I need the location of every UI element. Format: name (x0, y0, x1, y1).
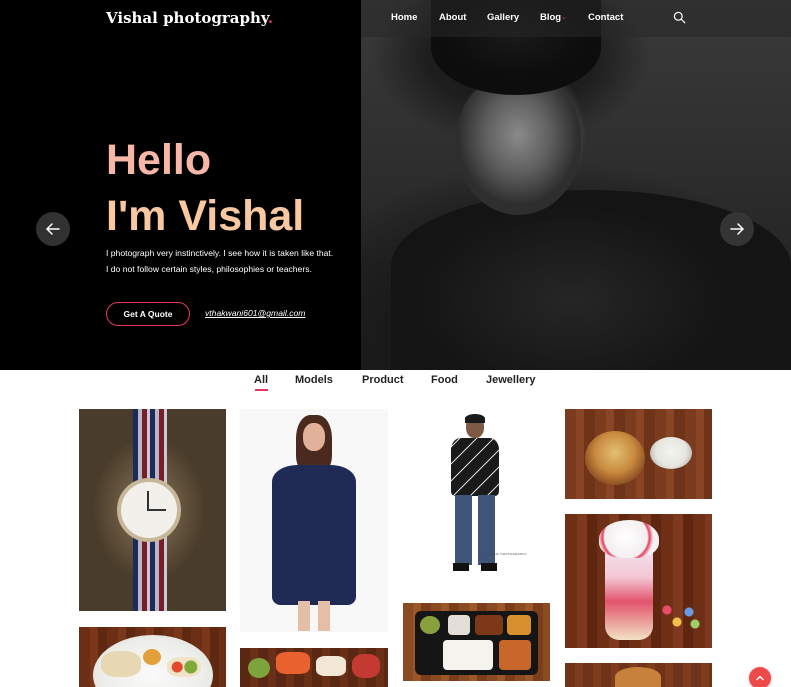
nav-home[interactable]: Home (391, 12, 417, 23)
logo-dot: . (267, 9, 274, 27)
slider-prev-button[interactable] (36, 212, 70, 246)
filter-tab-models[interactable]: Models (295, 374, 333, 386)
arrow-left-icon (46, 223, 60, 235)
gallery-image-sushi[interactable] (240, 648, 388, 687)
gallery-image-watch[interactable] (79, 409, 226, 611)
hero-slider: Vishal photography. Home About Gallery B… (0, 0, 791, 370)
gallery-image-platter[interactable] (79, 627, 226, 687)
filter-tab-food[interactable]: Food (431, 374, 458, 386)
active-tab-indicator (255, 389, 268, 391)
site-logo[interactable]: Vishal photography. (106, 9, 273, 27)
slider-next-button[interactable] (720, 212, 754, 246)
nav-contact[interactable]: Contact (588, 12, 623, 23)
get-a-quote-button[interactable]: Get A Quote (106, 302, 190, 326)
chevron-down-icon: ⌄ (561, 14, 567, 21)
filter-tab-product[interactable]: Product (362, 374, 404, 386)
chevron-up-icon (756, 675, 764, 681)
search-icon[interactable] (673, 11, 686, 24)
hero-portrait-image (361, 0, 791, 370)
hero-heading-line2: I'm Vishal (106, 192, 305, 240)
gallery-image-female-model[interactable] (240, 409, 388, 632)
email-link[interactable]: vthakwani601@gmail.com (205, 308, 305, 318)
gallery-image-male-model[interactable]: VISHAL PHOTOGRAPHY (403, 409, 550, 584)
gallery-image-biryani-bowl[interactable] (565, 409, 712, 499)
nav-about[interactable]: About (439, 12, 466, 23)
gallery-image-dish[interactable] (565, 663, 712, 687)
gallery-image-thali[interactable] (403, 603, 550, 681)
image-caption: VISHAL PHOTOGRAPHY (487, 552, 528, 556)
nav-blog[interactable]: Blog (540, 12, 561, 23)
nav-gallery[interactable]: Gallery (487, 12, 519, 23)
filter-tab-all[interactable]: All (254, 374, 268, 386)
hero-description-line1: I photograph very instinctively. I see h… (106, 248, 334, 258)
filter-tab-jewellery[interactable]: Jewellery (486, 374, 536, 386)
navbar: Vishal photography. Home About Gallery B… (0, 0, 791, 37)
hero-description-line2: I do not follow certain styles, philosop… (106, 264, 312, 274)
arrow-right-icon (730, 223, 744, 235)
scroll-to-top-button[interactable] (749, 667, 771, 687)
hero-heading-line1: Hello (106, 136, 212, 184)
gallery-image-sundae[interactable] (565, 514, 712, 648)
